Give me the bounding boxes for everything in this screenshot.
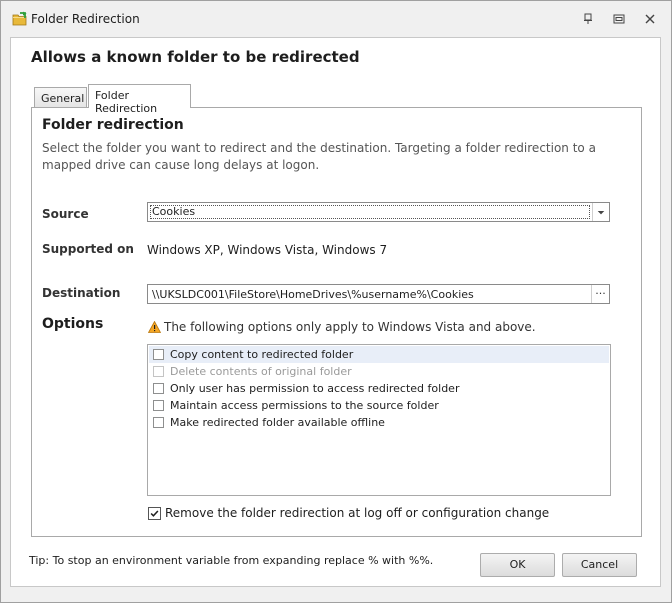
option-label: Copy content to redirected folder <box>170 348 354 361</box>
dialog-heading: Allows a known folder to be redirected <box>31 48 360 66</box>
checkbox <box>153 366 164 377</box>
supported-on-value: Windows XP, Windows Vista, Windows 7 <box>147 243 388 257</box>
option-delete-original: Delete contents of original folder <box>149 363 609 380</box>
destination-label: Destination <box>42 286 121 300</box>
option-exclusive-permission[interactable]: Only user has permission to access redir… <box>149 380 609 397</box>
pin-icon[interactable] <box>581 12 595 26</box>
option-label: Delete contents of original folder <box>170 365 352 378</box>
dialog-body: Allows a known folder to be redirected G… <box>10 37 661 587</box>
restore-icon[interactable] <box>612 12 626 26</box>
option-label: Maintain access permissions to the sourc… <box>170 399 439 412</box>
options-warning: The following options only apply to Wind… <box>148 320 536 334</box>
options-warning-text: The following options only apply to Wind… <box>164 320 536 334</box>
option-label: Make redirected folder available offline <box>170 416 385 429</box>
panel-description: Select the folder you want to redirect a… <box>42 141 596 172</box>
tab-general[interactable]: General <box>34 87 87 108</box>
source-select-value: Cookies <box>150 205 590 219</box>
title-bar: Folder Redirection <box>1 1 671 37</box>
options-list: Copy content to redirected folder Delete… <box>147 344 611 496</box>
browse-button[interactable]: ... <box>591 285 609 303</box>
destination-value: \\UKSLDC001\FileStore\HomeDrives\%userna… <box>152 288 474 301</box>
option-copy-content[interactable]: Copy content to redirected folder <box>149 346 609 363</box>
window-title: Folder Redirection <box>31 12 140 26</box>
checkbox-checked-icon[interactable] <box>148 507 161 520</box>
checkbox[interactable] <box>153 383 164 394</box>
destination-field[interactable]: \\UKSLDC001\FileStore\HomeDrives\%userna… <box>147 284 610 304</box>
option-maintain-permissions[interactable]: Maintain access permissions to the sourc… <box>149 397 609 414</box>
checkbox[interactable] <box>153 400 164 411</box>
option-label: Only user has permission to access redir… <box>170 382 460 395</box>
tab-folder-redirection[interactable]: Folder Redirection <box>88 84 191 115</box>
source-select[interactable]: Cookies <box>147 202 610 222</box>
folder-redirection-app-icon <box>12 11 27 26</box>
warning-icon <box>148 321 161 333</box>
source-label: Source <box>42 207 89 221</box>
ok-button[interactable]: OK <box>480 553 555 577</box>
panel-title: Folder redirection <box>42 117 184 133</box>
remove-redirection-label: Remove the folder redirection at log off… <box>165 506 550 520</box>
tip-text: Tip: To stop an environment variable fro… <box>29 554 434 567</box>
options-label: Options <box>42 316 104 332</box>
chevron-down-icon[interactable] <box>592 203 609 221</box>
cancel-button[interactable]: Cancel <box>562 553 637 577</box>
supported-on-label: Supported on <box>42 242 134 256</box>
folder-redirection-window: Folder Redirection Allows a known folder… <box>0 0 672 603</box>
checkbox[interactable] <box>153 417 164 428</box>
option-available-offline[interactable]: Make redirected folder available offline <box>149 414 609 431</box>
folder-redirection-panel: Folder redirection Select the folder you… <box>31 107 642 537</box>
checkbox[interactable] <box>153 349 164 360</box>
close-icon[interactable] <box>643 12 657 26</box>
